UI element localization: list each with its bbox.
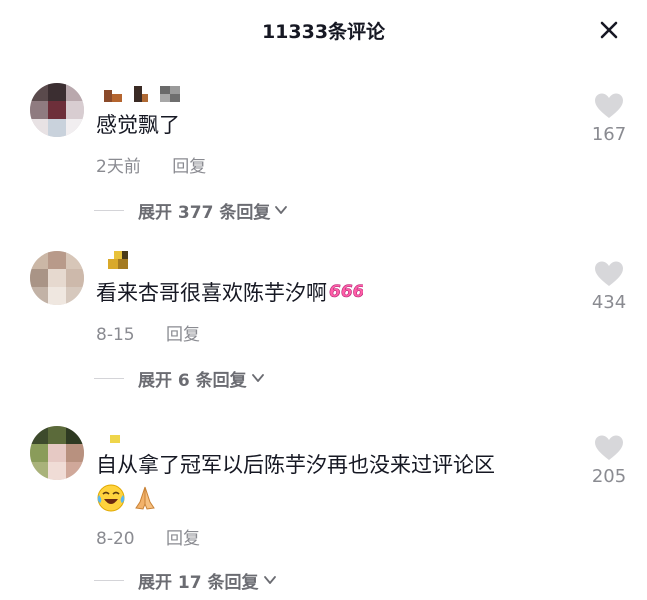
reply-button[interactable]: 回复 xyxy=(166,320,200,345)
expand-replies-button[interactable]: 展开 377 条回复 xyxy=(94,198,289,223)
expand-replies-label: 展开 17 条回复 xyxy=(138,572,259,593)
like-count: 167 xyxy=(591,124,627,145)
avatar[interactable] xyxy=(30,426,84,480)
comment-text: 看来杏哥很喜欢陈芋汐啊 666 xyxy=(96,278,365,309)
comment-text: 自从拿了冠军以后陈芋汐再也没来过评论区 xyxy=(96,453,495,477)
divider-line xyxy=(94,209,124,211)
chevron-down-icon xyxy=(250,370,266,386)
666-sticker-emoji: 666 xyxy=(329,279,365,309)
username-pixelated[interactable] xyxy=(104,428,224,450)
like-button[interactable]: 434 xyxy=(584,260,634,313)
expand-replies-button[interactable]: 展开 6 条回复 xyxy=(94,366,266,391)
username-pixelated[interactable] xyxy=(104,82,224,104)
comment-count-title: 11333条评论 xyxy=(261,21,386,43)
heart-icon xyxy=(595,261,623,286)
comment-time: 2天前 xyxy=(96,157,141,177)
heart-icon xyxy=(595,435,623,460)
crying-laughing-emoji xyxy=(97,484,125,512)
reply-button[interactable]: 回复 xyxy=(172,152,206,177)
divider-line xyxy=(94,377,124,379)
like-count: 434 xyxy=(591,292,627,313)
avatar[interactable] xyxy=(30,251,84,305)
comment-item: 感觉飘了 2天前 回复 展开 377 条回复 167 xyxy=(0,78,647,238)
comments-header: 11333条评论 xyxy=(0,0,647,60)
close-icon xyxy=(600,21,618,39)
like-count: 205 xyxy=(591,466,627,487)
expand-replies-button[interactable]: 展开 17 条回复 xyxy=(94,568,278,593)
comments-panel: 11333条评论 感觉飘了 2天前 回复 展开 377 条回复 167 看来杏哥… xyxy=(0,0,647,600)
emoji-line xyxy=(96,482,160,512)
comment-item: 看来杏哥很喜欢陈芋汐啊 666 8-15 回复 展开 6 条回复 434 xyxy=(0,246,647,406)
comment-text-body: 看来杏哥很喜欢陈芋汐啊 xyxy=(96,281,327,305)
divider-line xyxy=(94,579,124,581)
chevron-down-icon xyxy=(262,572,278,588)
username-pixelated[interactable] xyxy=(104,249,224,271)
comment-text: 感觉飘了 xyxy=(96,113,180,137)
comment-time: 8-15 xyxy=(96,325,135,345)
comment-meta: 8-20 回复 xyxy=(96,524,200,549)
avatar[interactable] xyxy=(30,83,84,137)
comment-item: 自从拿了冠军以后陈芋汐再也没来过评论区 8-20 回复 展开 17 条回复 20… xyxy=(0,416,647,600)
expand-replies-label: 展开 377 条回复 xyxy=(138,202,271,223)
comment-meta: 2天前 回复 xyxy=(96,152,206,177)
praying-hands-emoji xyxy=(135,486,155,510)
svg-text:666: 666 xyxy=(329,282,363,301)
comment-meta: 8-15 回复 xyxy=(96,320,200,345)
like-button[interactable]: 205 xyxy=(584,434,634,487)
close-button[interactable] xyxy=(596,17,622,43)
chevron-down-icon xyxy=(273,202,289,218)
comment-time: 8-20 xyxy=(96,529,135,549)
heart-icon xyxy=(595,93,623,118)
like-button[interactable]: 167 xyxy=(584,92,634,145)
reply-button[interactable]: 回复 xyxy=(166,524,200,549)
expand-replies-label: 展开 6 条回复 xyxy=(138,370,247,391)
